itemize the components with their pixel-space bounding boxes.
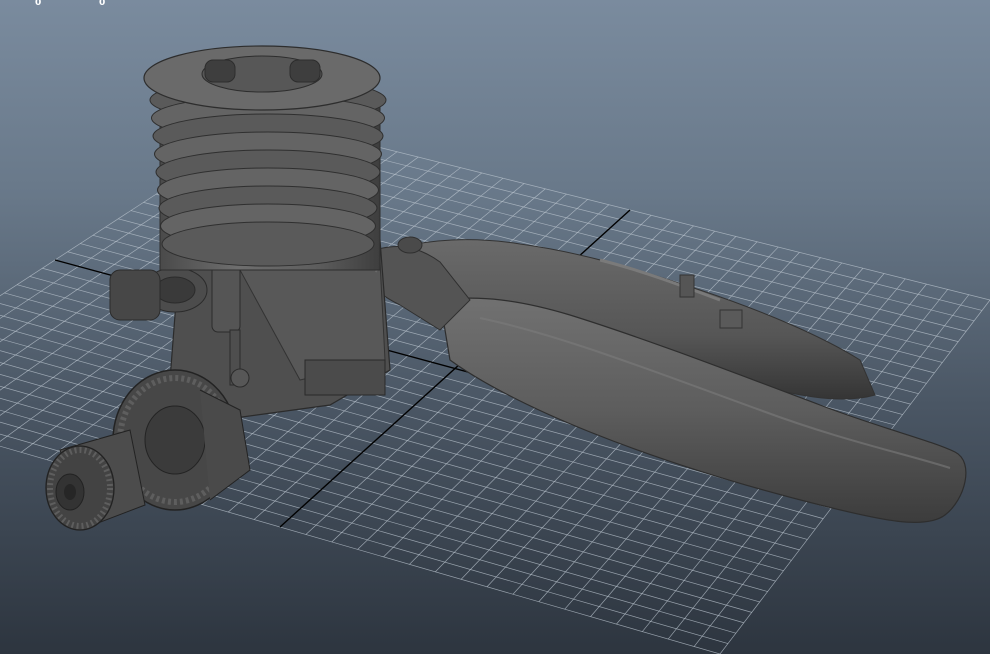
hud-counter-right: 0 [99, 0, 106, 8]
hud-counter-left: 0 [35, 0, 42, 8]
maya-perspective-viewport[interactable]: 0 0 [0, 0, 990, 654]
scene-3d[interactable] [0, 0, 990, 654]
clutch-bell[interactable] [45, 429, 146, 531]
cylinder-head[interactable] [143, 45, 387, 271]
